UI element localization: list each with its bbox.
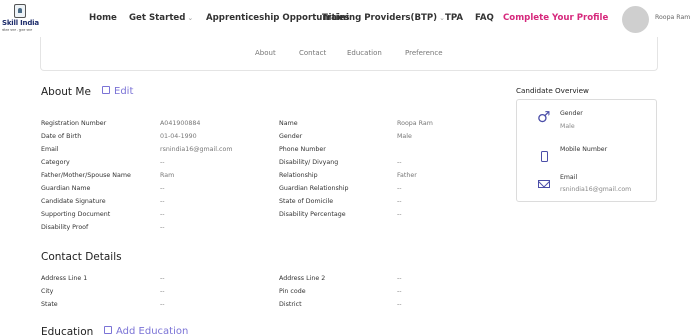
label-address-line-2: Address Line 2 [279,275,326,282]
overview-mobile-label: Mobile Number [560,146,608,153]
nav-get-started[interactable]: Get Started ⌄ [129,13,193,23]
value-city: -- [160,288,165,295]
value-state-of-domicile: -- [397,198,402,205]
overview-gender-value: Male [560,123,575,130]
nav-complete-profile[interactable]: Complete Your Profile [503,13,608,23]
label-category: Category [41,159,70,166]
logo-text: Skill India [2,19,39,27]
value-candidate-signature: -- [160,198,165,205]
value-pin-code: -- [397,288,402,295]
label-pin-code: Pin code [279,288,306,295]
edit-icon [102,86,110,94]
education-title: Education [41,326,94,336]
label-state-of-domicile: State of Domicile [279,198,334,205]
male-icon: ♂ [537,108,551,126]
value-supporting-document: -- [160,211,165,218]
tab-about[interactable]: About [255,49,276,57]
overview-email-value: rsnindia16@gmail.com [560,186,632,193]
user-name[interactable]: Roopa Ram [655,14,690,21]
label-state: State [41,301,58,308]
label-name: Name [279,120,298,127]
value-category: -- [160,159,165,166]
label-email: Email [41,146,59,153]
label-city: City [41,288,54,295]
value-registration-number: A041900884 [160,120,201,127]
value-name: Roopa Ram [397,120,433,127]
label-date-of-birth: Date of Birth [41,133,82,140]
add-education-button[interactable]: Add Education [104,326,188,336]
label-guardian-relationship: Guardian Relationship [279,185,349,192]
label-district: District [279,301,302,308]
skill-india-logo[interactable]: Skill India कौशल भारत - कुशल भारत [2,2,42,36]
about-me-title: About Me [41,86,91,98]
label-guardian-name: Guardian Name [41,185,91,192]
label-phone-number: Phone Number [279,146,326,153]
value-state: -- [160,301,165,308]
candidate-overview-title: Candidate Overview [516,86,589,95]
value-relationship: Father [397,172,417,179]
label-disability-proof: Disability Proof [41,224,89,231]
tab-contact[interactable]: Contact [299,49,326,57]
label-registration-number: Registration Number [41,120,107,127]
phone-icon [541,151,548,162]
value-disability-proof: -- [160,224,165,231]
value-disability-divyang: -- [397,159,402,166]
emblem-icon [14,4,26,18]
edit-label: Edit [114,86,134,97]
label-disability-percentage: Disability Percentage [279,211,346,218]
value-email: rsnindia16@gmail.com [160,146,233,153]
edit-about-button[interactable]: Edit [102,86,133,97]
value-date-of-birth: 01-04-1990 [160,133,197,140]
value-address-line-1: -- [160,275,165,282]
value-guardian-name: -- [160,185,165,192]
logo-tagline: कौशल भारत - कुशल भारत [2,28,33,32]
overview-gender-label: Gender [560,110,583,117]
label-gender: Gender [279,133,303,140]
value-guardian-relationship: -- [397,185,402,192]
candidate-overview-card: ♂ Gender Male Mobile Number Email rsnind… [516,99,657,202]
nav-faq[interactable]: FAQ [475,13,494,23]
edit-icon [104,326,112,334]
nav-get-started-label: Get Started [129,13,186,23]
nav-tpa[interactable]: TPA [445,13,463,23]
nav-training-providers[interactable]: Training Providers(BTP) ⌄ [322,13,445,23]
label-disability-divyang: Disability/ Divyang [279,159,339,166]
profile-tabs: About Contact Education Preference [40,37,658,71]
chevron-down-icon: ⌄ [187,14,194,22]
value-address-line-2: -- [397,275,402,282]
value-district: -- [397,301,402,308]
mail-icon [538,180,550,188]
value-gender: Male [397,133,412,140]
tab-preference[interactable]: Preference [405,49,443,57]
label-candidate-signature: Candidate Signature [41,198,106,205]
avatar[interactable] [622,6,649,33]
nav-training-providers-label: Training Providers(BTP) [322,13,438,23]
label-supporting-document: Supporting Document [41,211,111,218]
tab-education[interactable]: Education [347,49,382,57]
label-relationship: Relationship [279,172,318,179]
value-father-mother-spouse-name: Ram [160,172,175,179]
overview-email-label: Email [560,174,578,181]
add-education-label: Add Education [116,326,189,336]
value-disability-percentage: -- [397,211,402,218]
label-address-line-1: Address Line 1 [41,275,88,282]
top-navbar: Skill India कौशल भारत - कुशल भारत Home G… [0,0,698,40]
nav-home[interactable]: Home [89,13,117,23]
label-father-mother-spouse-name: Father/Mother/Spouse Name [41,172,131,179]
contact-details-title: Contact Details [41,251,122,263]
